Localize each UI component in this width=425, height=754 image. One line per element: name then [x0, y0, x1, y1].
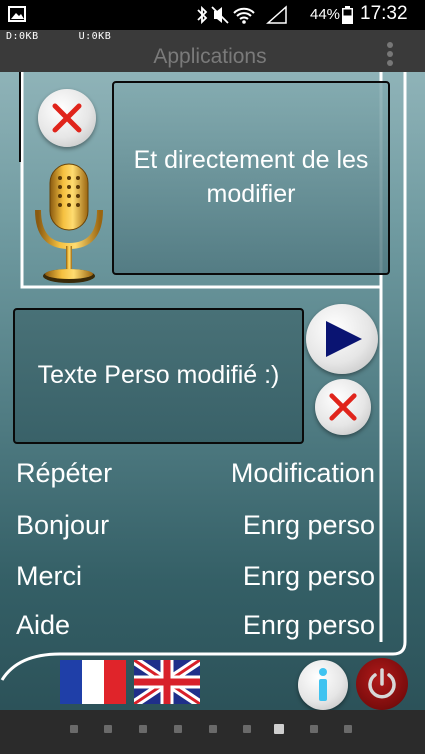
- page-dot-2[interactable]: [104, 725, 112, 733]
- bluetooth-icon: [197, 5, 208, 25]
- page-indicator: [0, 710, 425, 754]
- delete-top-button[interactable]: [38, 89, 96, 147]
- page-dot-7[interactable]: [274, 724, 284, 734]
- page-dot-8[interactable]: [310, 725, 318, 733]
- custom-text-panel: Texte Perso modifié :): [13, 308, 304, 444]
- page-title: Applications: [153, 45, 267, 68]
- close-icon: [52, 103, 82, 133]
- page-dot-9[interactable]: [344, 725, 352, 733]
- play-icon: [326, 321, 362, 357]
- command-action-2[interactable]: Enrg perso: [243, 510, 375, 541]
- download-counter: D:0KB: [6, 31, 39, 42]
- command-action-3[interactable]: Enrg perso: [243, 561, 375, 592]
- wifi-icon: [233, 7, 255, 24]
- command-phrase-3[interactable]: Merci: [16, 561, 82, 592]
- play-button[interactable]: [306, 304, 378, 374]
- close-icon: [329, 393, 357, 421]
- page-dot-4[interactable]: [174, 725, 182, 733]
- power-icon: [368, 668, 396, 699]
- battery-percent: 44%: [310, 6, 341, 23]
- microphone-icon[interactable]: [30, 160, 108, 286]
- french-flag-icon[interactable]: [60, 660, 126, 704]
- page-dot-5[interactable]: [209, 725, 217, 733]
- traffic-counter: D:0KB U:0KB: [6, 31, 111, 42]
- signal-icon: [266, 5, 287, 24]
- command-action-1[interactable]: Modification: [231, 458, 375, 489]
- delete-middle-button[interactable]: [315, 379, 371, 435]
- uk-flag-icon[interactable]: [134, 660, 200, 704]
- page-dot-6[interactable]: [243, 725, 251, 733]
- command-phrase-1[interactable]: Répéter: [16, 458, 112, 489]
- mute-icon: [211, 6, 229, 24]
- page-dot-1[interactable]: [70, 725, 78, 733]
- system-icons: [197, 5, 287, 25]
- command-phrase-4[interactable]: Aide: [16, 610, 70, 641]
- power-button[interactable]: [356, 658, 408, 710]
- app-header: D:0KB U:0KB Applications: [0, 30, 425, 72]
- status-bar: 44% 17:32: [0, 0, 425, 30]
- battery-icon: [342, 6, 353, 24]
- command-phrase-2[interactable]: Bonjour: [16, 510, 109, 541]
- info-button[interactable]: [298, 660, 348, 710]
- recognized-text-panel: Et directement de les modifier: [112, 81, 390, 275]
- clock: 17:32: [360, 3, 408, 24]
- main-area: Et directement de les modifier Texte Per…: [0, 72, 425, 710]
- overflow-menu-icon[interactable]: [386, 42, 394, 70]
- page-dot-3[interactable]: [139, 725, 147, 733]
- upload-counter: U:0KB: [78, 31, 112, 42]
- gallery-notification-icon: [8, 6, 26, 22]
- command-action-4[interactable]: Enrg perso: [243, 610, 375, 641]
- info-icon: [319, 668, 327, 701]
